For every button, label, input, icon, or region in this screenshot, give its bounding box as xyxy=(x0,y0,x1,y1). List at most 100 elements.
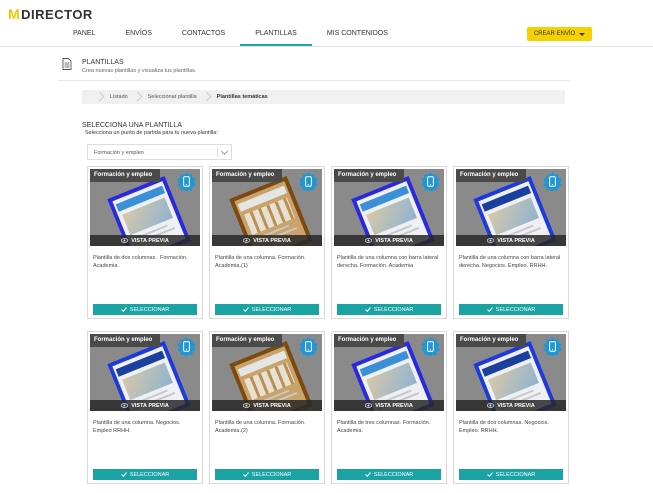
breadcrumb-item[interactable]: Seleccionar plantilla xyxy=(148,90,217,104)
eye-icon xyxy=(243,403,251,408)
tab-envios[interactable]: ENVÍOS xyxy=(110,24,166,46)
logo[interactable]: M DIRECTOR xyxy=(8,6,93,22)
mobile-responsive-icon xyxy=(421,172,440,191)
mobile-responsive-icon xyxy=(299,337,318,356)
mobile-responsive-icon xyxy=(177,337,196,356)
template-description: Plantilla de una columna. Formación. Aca… xyxy=(215,420,306,434)
check-icon xyxy=(242,472,249,477)
template-thumbnail[interactable]: Formación y empleo VISTA PREVIA xyxy=(212,334,322,411)
eye-icon xyxy=(121,238,129,243)
template-card: Formación y empleo VISTA PREVIA Plantill… xyxy=(331,331,447,484)
check-icon xyxy=(120,307,127,312)
select-button[interactable]: SELECCIONAR xyxy=(93,469,197,480)
preview-button[interactable]: VISTA PREVIA xyxy=(212,235,322,246)
breadcrumb-item[interactable]: Listado xyxy=(110,90,148,104)
category-tag: Formación y empleo xyxy=(90,334,161,347)
check-icon xyxy=(242,307,249,312)
template-thumbnail[interactable]: Formación y empleo VISTA PREVIA xyxy=(456,169,566,246)
eye-icon xyxy=(487,238,495,243)
eye-icon xyxy=(365,403,373,408)
preview-button[interactable]: VISTA PREVIA xyxy=(456,235,566,246)
template-description: Plantilla de tres columnas. Formación. A… xyxy=(337,420,431,434)
template-description: Plantilla de dos columnas. Negocios. Emp… xyxy=(459,420,549,434)
template-thumbnail[interactable]: Formación y empleo VISTA PREVIA xyxy=(90,334,200,411)
breadcrumb-home[interactable] xyxy=(82,90,110,104)
tab-mis-contenidos[interactable]: MIS CONTENIDOS xyxy=(312,24,403,46)
category-tag: Formación y empleo xyxy=(334,334,405,347)
breadcrumb-current: Plantillas temáticas xyxy=(216,94,268,100)
template-description: Plantilla de una columna. Negocios. Empl… xyxy=(93,420,181,434)
preview-button[interactable]: VISTA PREVIA xyxy=(212,400,322,411)
select-button[interactable]: SELECCIONAR xyxy=(215,469,319,480)
template-thumbnail[interactable]: Formación y empleo VISTA PREVIA xyxy=(90,169,200,246)
mobile-responsive-icon xyxy=(543,172,562,191)
template-description: Plantilla de una columna con barra later… xyxy=(459,255,561,269)
section-title: SELECCIONA UNA PLANTILLA xyxy=(82,122,182,129)
template-thumbnail[interactable]: Formación y empleo VISTA PREVIA xyxy=(456,334,566,411)
mobile-responsive-icon xyxy=(421,337,440,356)
breadcrumb: Listado Seleccionar plantilla Plantillas… xyxy=(82,90,565,104)
eye-icon xyxy=(365,238,373,243)
top-bar: M DIRECTOR PANEL ENVÍOS CONTACTOS PLANTI… xyxy=(0,0,653,47)
create-send-label: CREAR ENVÍO xyxy=(533,31,576,37)
preview-button[interactable]: VISTA PREVIA xyxy=(456,400,566,411)
eye-icon xyxy=(121,403,129,408)
template-description: Plantilla de una columna con barra later… xyxy=(337,255,439,269)
category-tag: Formación y empleo xyxy=(456,169,527,182)
divider xyxy=(58,80,570,81)
template-description: Plantilla de una columna. Formación. Aca… xyxy=(215,255,306,269)
caret-down-icon xyxy=(579,32,586,36)
mobile-responsive-icon xyxy=(177,172,196,191)
preview-button[interactable]: VISTA PREVIA xyxy=(90,235,200,246)
page-title: PLANTILLAS xyxy=(82,59,124,66)
section-subtitle: Selecciona un punto de partida para tu n… xyxy=(85,130,218,136)
document-icon xyxy=(62,58,72,70)
create-send-button[interactable]: CREAR ENVÍO xyxy=(527,27,592,41)
select-button[interactable]: SELECCIONAR xyxy=(337,469,441,480)
chevron-down-icon xyxy=(220,147,229,156)
select-button[interactable]: SELECCIONAR xyxy=(459,469,563,480)
check-icon xyxy=(486,472,493,477)
category-tag: Formación y empleo xyxy=(212,334,283,347)
logo-text: DIRECTOR xyxy=(21,6,93,22)
select-button[interactable]: SELECCIONAR xyxy=(459,304,563,315)
template-card: Formación y empleo VISTA PREVIA Plantill… xyxy=(331,166,447,319)
preview-button[interactable]: VISTA PREVIA xyxy=(334,400,444,411)
tab-contactos[interactable]: CONTACTOS xyxy=(167,24,240,46)
preview-button[interactable]: VISTA PREVIA xyxy=(90,400,200,411)
template-thumbnail[interactable]: Formación y empleo VISTA PREVIA xyxy=(212,169,322,246)
template-thumbnail[interactable]: Formación y empleo VISTA PREVIA xyxy=(334,334,444,411)
tab-plantillas[interactable]: PLANTILLAS xyxy=(240,24,312,46)
preview-button[interactable]: VISTA PREVIA xyxy=(334,235,444,246)
eye-icon xyxy=(243,238,251,243)
eye-icon xyxy=(487,403,495,408)
mobile-responsive-icon xyxy=(543,337,562,356)
chevron-right-icon xyxy=(96,90,104,104)
check-icon xyxy=(364,307,371,312)
category-select[interactable]: Formación y empleo xyxy=(87,144,232,160)
page-subtitle: Crea nuevas plantillas y visualiza tus p… xyxy=(82,68,197,74)
select-button[interactable]: SELECCIONAR xyxy=(215,304,319,315)
select-button[interactable]: SELECCIONAR xyxy=(93,304,197,315)
check-icon xyxy=(120,472,127,477)
category-tag: Formación y empleo xyxy=(90,169,161,182)
template-card: Formación y empleo VISTA PREVIA Plantill… xyxy=(209,331,325,484)
category-select-value: Formación y empleo xyxy=(94,150,144,156)
mobile-responsive-icon xyxy=(299,172,318,191)
category-tag: Formación y empleo xyxy=(334,169,405,182)
chevron-right-icon xyxy=(203,90,211,104)
template-description: Plantilla de dos columnas . Formación. A… xyxy=(93,255,188,269)
category-tag: Formación y empleo xyxy=(456,334,527,347)
chevron-right-icon xyxy=(134,90,142,104)
template-card: Formación y empleo VISTA PREVIA Plantill… xyxy=(209,166,325,319)
template-card: Formación y empleo VISTA PREVIA Plantill… xyxy=(87,331,203,484)
logo-mark: M xyxy=(8,6,21,22)
template-thumbnail[interactable]: Formación y empleo VISTA PREVIA xyxy=(334,169,444,246)
check-icon xyxy=(364,472,371,477)
template-card: Formación y empleo VISTA PREVIA Plantill… xyxy=(453,331,569,484)
category-tag: Formación y empleo xyxy=(212,169,283,182)
select-button[interactable]: SELECCIONAR xyxy=(337,304,441,315)
check-icon xyxy=(486,307,493,312)
tab-panel[interactable]: PANEL xyxy=(58,24,110,46)
template-card: Formación y empleo VISTA PREVIA Plantill… xyxy=(453,166,569,319)
